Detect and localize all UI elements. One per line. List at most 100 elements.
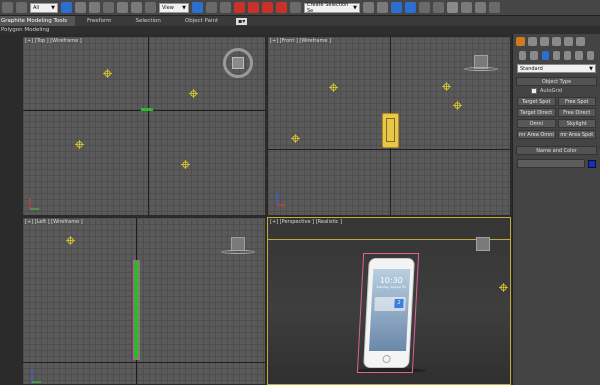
skylight-button[interactable]: Skylight	[557, 119, 596, 128]
free-spot-button[interactable]: Free Spot	[557, 97, 596, 106]
create-tab-icon[interactable]	[516, 36, 525, 46]
mr-area-spot-button[interactable]: mr Area Spot	[557, 130, 596, 139]
viewcube-ring[interactable]	[464, 67, 498, 71]
viewport-front[interactable]: [+] [Front ] [Wireframe ]	[267, 36, 511, 216]
curve-editor-icon[interactable]	[419, 2, 430, 13]
chevron-down-icon: ▼	[589, 65, 593, 72]
object-color-swatch[interactable]	[588, 159, 596, 168]
light-icon[interactable]	[499, 283, 508, 292]
material-editor-icon[interactable]	[447, 2, 458, 13]
viewcube[interactable]	[232, 57, 244, 69]
tab-freeform[interactable]: Freeform	[75, 16, 124, 26]
light-icon[interactable]	[291, 134, 300, 143]
ref-coord-dropdown[interactable]: View ▼	[159, 2, 189, 13]
world-axis-y	[23, 362, 265, 363]
render-icon[interactable]	[489, 2, 500, 13]
render-frame-icon[interactable]	[475, 2, 486, 13]
schematic-view-icon[interactable]	[433, 2, 444, 13]
pivot-icon[interactable]	[192, 2, 203, 13]
hierarchy-tab-icon[interactable]	[540, 36, 549, 46]
phone-left-view[interactable]	[133, 260, 140, 360]
main-toolbar: All ▼ View ▼ Create Selection Se ▼	[0, 0, 600, 16]
viewcube[interactable]	[231, 237, 245, 251]
phone-screen-wire	[386, 118, 395, 142]
layer-explorer-icon[interactable]	[391, 2, 402, 13]
snap-icon[interactable]	[234, 2, 245, 13]
window-crossing-icon[interactable]	[103, 2, 114, 13]
edit-named-sel-icon[interactable]	[290, 2, 301, 13]
light-icon[interactable]	[66, 236, 75, 245]
helpers-icon[interactable]	[564, 50, 572, 60]
rect-selection-icon[interactable]	[89, 2, 100, 13]
select-object-icon[interactable]	[61, 2, 72, 13]
keyboard-shortcut-icon[interactable]	[220, 2, 231, 13]
mr-area-omni-button[interactable]: mr Area Omni	[517, 130, 556, 139]
light-icon[interactable]	[103, 69, 112, 78]
link-icon[interactable]	[2, 2, 13, 13]
omni-button[interactable]: Omni	[517, 119, 556, 128]
viewcube[interactable]	[476, 237, 490, 251]
shapes-icon[interactable]	[530, 50, 538, 60]
create-category-icons	[513, 48, 600, 62]
display-tab-icon[interactable]	[564, 36, 573, 46]
spacewarps-icon[interactable]	[575, 50, 583, 60]
motion-tab-icon[interactable]	[552, 36, 561, 46]
render-setup-icon[interactable]	[461, 2, 472, 13]
viewport-perspective[interactable]: [+] [Perspective ] [Realistic ] 10:30 Tu…	[267, 217, 511, 385]
light-icon[interactable]	[329, 83, 338, 92]
percent-snap-icon[interactable]	[262, 2, 273, 13]
systems-icon[interactable]	[586, 50, 594, 60]
object-name-field[interactable]	[517, 159, 585, 168]
light-icon[interactable]	[181, 160, 190, 169]
tab-object-paint[interactable]: Object Paint	[173, 16, 230, 26]
light-icon[interactable]	[189, 89, 198, 98]
align-icon[interactable]	[377, 2, 388, 13]
cameras-icon[interactable]	[552, 50, 561, 60]
lights-icon[interactable]	[541, 50, 549, 60]
tab-selection[interactable]: Selection	[124, 16, 173, 26]
light-icon[interactable]	[442, 82, 451, 91]
bind-icon[interactable]	[16, 2, 27, 13]
selection-filter-dropdown[interactable]: All ▼	[30, 2, 58, 13]
tab-graphite-modeling[interactable]: Graphite Modeling Tools	[0, 16, 76, 26]
viewcube-ring[interactable]	[221, 250, 255, 254]
autogrid-checkbox[interactable]	[531, 88, 537, 94]
object-type-rollout[interactable]: Object Type	[516, 77, 597, 86]
viewport-label[interactable]: [+] [Front ] [Wireframe ]	[270, 38, 331, 44]
spinner-snap-icon[interactable]	[276, 2, 287, 13]
modify-tab-icon[interactable]	[528, 36, 537, 46]
name-and-color-rollout[interactable]: Name and Color	[516, 146, 597, 155]
target-spot-button[interactable]: Target Spot	[517, 97, 556, 106]
mirror-icon[interactable]	[363, 2, 374, 13]
chevron-down-icon: ▼	[182, 4, 186, 11]
ribbon-panel-label[interactable]: Polygon Modeling	[0, 26, 600, 34]
geometry-icon[interactable]	[519, 50, 527, 60]
move-icon[interactable]	[117, 2, 128, 13]
phone-render[interactable]: 10:30 Tuesday, August 30 2	[363, 258, 415, 368]
scale-icon[interactable]	[145, 2, 156, 13]
ribbon-options-icon[interactable]: ▪▾	[236, 17, 248, 25]
viewport-top[interactable]: [+] [Top ] [Wireframe ]	[22, 36, 266, 216]
light-type-dropdown[interactable]: Standard ▼	[517, 64, 596, 73]
utilities-tab-icon[interactable]	[576, 36, 585, 46]
select-manipulate-icon[interactable]	[206, 2, 217, 13]
target-direct-button[interactable]: Target Direct	[517, 108, 556, 117]
autogrid-row: AutoGrid	[513, 86, 600, 96]
light-icon[interactable]	[75, 140, 84, 149]
viewport-label[interactable]: [+] [Left ] [Wireframe ]	[25, 219, 83, 225]
viewcube-ring[interactable]	[223, 48, 253, 78]
select-by-name-icon[interactable]	[75, 2, 86, 13]
viewport-label[interactable]: [+] [Top ] [Wireframe ]	[25, 38, 82, 44]
chevron-down-icon: ▼	[51, 4, 55, 11]
phone-front-view[interactable]	[382, 113, 399, 148]
angle-snap-icon[interactable]	[248, 2, 259, 13]
viewport-left[interactable]: [+] [Left ] [Wireframe ]	[22, 217, 266, 385]
viewport-label[interactable]: [+] [Perspective ] [Realistic ]	[270, 219, 342, 225]
named-selection-dropdown[interactable]: Create Selection Se ▼	[304, 2, 360, 14]
light-icon[interactable]	[453, 101, 462, 110]
object-type-buttons: Target Spot Free Spot Target Direct Free…	[513, 96, 600, 140]
rotate-icon[interactable]	[131, 2, 142, 13]
phone-top-view[interactable]	[141, 108, 153, 111]
toggle-ribbon-icon[interactable]	[405, 2, 416, 13]
free-direct-button[interactable]: Free Direct	[557, 108, 596, 117]
